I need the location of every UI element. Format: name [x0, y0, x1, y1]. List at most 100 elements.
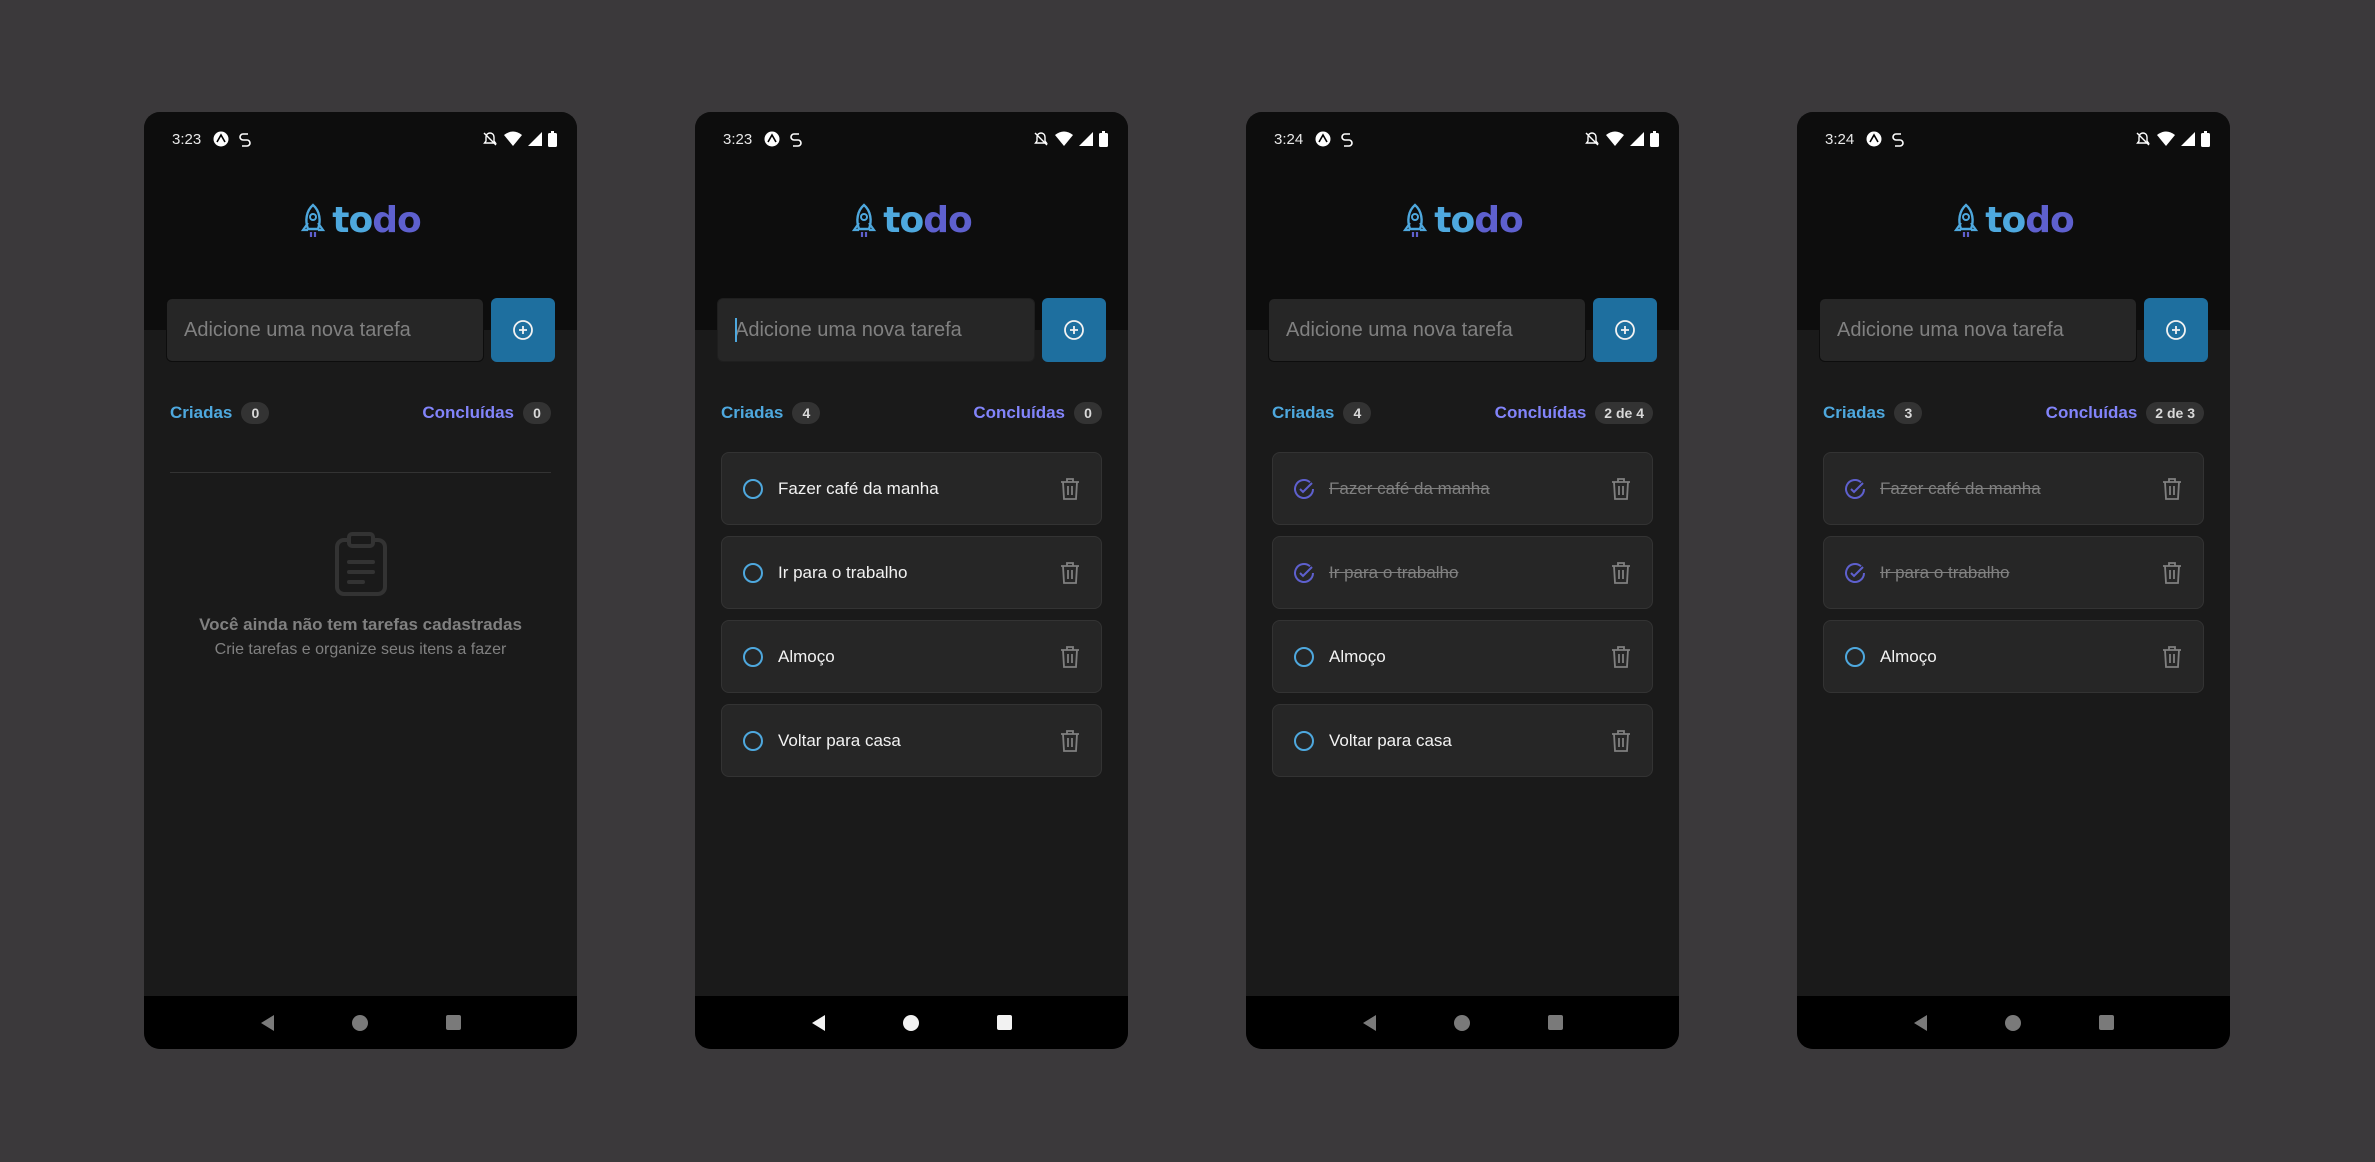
app-logo: todo	[144, 200, 577, 241]
task-text: Ir para o trabalho	[778, 562, 908, 582]
done-count-badge: 0	[523, 402, 551, 424]
checked-circle-icon[interactable]	[1293, 562, 1315, 584]
expo-icon	[764, 131, 780, 147]
home-icon[interactable]	[2004, 1014, 2021, 1031]
signal-icon	[1630, 132, 1644, 146]
task-text: Almoço	[778, 646, 835, 666]
back-icon[interactable]	[811, 1014, 825, 1031]
signal-icon	[1079, 132, 1093, 146]
plus-circle-icon	[2166, 320, 2186, 340]
unchecked-circle-icon[interactable]	[1293, 730, 1315, 752]
recents-icon[interactable]	[1547, 1015, 1563, 1030]
wifi-icon	[504, 131, 522, 146]
app-logo: todo	[1797, 200, 2230, 241]
status-bar: 3:24	[1797, 124, 2230, 154]
trash-icon[interactable]	[1059, 477, 1081, 501]
trash-icon[interactable]	[1059, 561, 1081, 585]
trash-icon[interactable]	[2161, 477, 2183, 501]
home-icon[interactable]	[1453, 1014, 1470, 1031]
task-counters: Criadas 4 Concluídas 0	[721, 402, 1102, 424]
sync-icon	[790, 133, 802, 147]
checked-circle-icon[interactable]	[1293, 478, 1315, 500]
task-item: Almoço	[721, 620, 1102, 693]
unchecked-circle-icon[interactable]	[742, 730, 764, 752]
trash-icon[interactable]	[1610, 477, 1632, 501]
unchecked-circle-icon[interactable]	[742, 562, 764, 584]
new-task-input[interactable]	[1268, 298, 1586, 362]
new-task-input[interactable]	[1819, 298, 2137, 362]
add-task-button[interactable]	[1593, 298, 1657, 362]
wifi-icon	[2157, 131, 2175, 146]
plus-circle-icon	[513, 320, 533, 340]
task-counters: Criadas 0 Concluídas 0	[170, 402, 551, 424]
task-list: Fazer café da manha Ir para o trabalho A…	[721, 452, 1102, 777]
new-task-form	[1819, 298, 2208, 362]
battery-icon	[1650, 131, 1659, 147]
mute-icon	[1585, 132, 1599, 146]
unchecked-circle-icon[interactable]	[1844, 646, 1866, 668]
recents-icon[interactable]	[2098, 1015, 2114, 1030]
android-nav-bar	[1797, 996, 2230, 1049]
rocket-icon	[1954, 202, 1979, 237]
created-count-badge: 3	[1894, 402, 1923, 424]
logo-text-do: do	[923, 200, 973, 241]
task-counters: Criadas 3 Concluídas 2 de 3	[1823, 402, 2204, 424]
status-time: 3:23	[172, 130, 202, 148]
trash-icon[interactable]	[1059, 645, 1081, 669]
trash-icon[interactable]	[1610, 645, 1632, 669]
task-text: Ir para o trabalho	[1329, 562, 1459, 582]
unchecked-circle-icon[interactable]	[742, 478, 764, 500]
trash-icon[interactable]	[2161, 561, 2183, 585]
mute-icon	[2136, 132, 2150, 146]
signal-icon	[2181, 132, 2195, 146]
recents-icon[interactable]	[445, 1015, 461, 1030]
phone-screen-partial-done: 3:24 todo Criadas 4 Concluídas 2 de 4 Faze…	[1246, 112, 1679, 1049]
battery-icon	[2201, 131, 2210, 147]
task-text: Almoço	[1880, 646, 1937, 666]
add-task-button[interactable]	[2144, 298, 2208, 362]
done-label: Concluídas	[973, 403, 1065, 422]
empty-subtitle: Crie tarefas e organize seus itens a faz…	[214, 641, 507, 658]
task-text: Voltar para casa	[778, 730, 901, 750]
rocket-icon	[852, 202, 877, 237]
plus-circle-icon	[1064, 320, 1084, 340]
task-item: Fazer café da manha	[1823, 452, 2204, 525]
recents-icon[interactable]	[996, 1015, 1012, 1030]
rocket-icon	[301, 202, 326, 237]
add-task-button[interactable]	[491, 298, 555, 362]
clipboard-icon	[334, 532, 387, 596]
plus-circle-icon	[1615, 320, 1635, 340]
checked-circle-icon[interactable]	[1844, 562, 1866, 584]
new-task-input[interactable]	[166, 298, 484, 362]
checked-circle-icon[interactable]	[1844, 478, 1866, 500]
trash-icon[interactable]	[1610, 561, 1632, 585]
trash-icon[interactable]	[2161, 645, 2183, 669]
created-label: Criadas	[170, 403, 233, 422]
status-time: 3:23	[723, 130, 753, 148]
new-task-input[interactable]	[717, 298, 1035, 362]
logo-text-to: to	[332, 200, 373, 241]
done-count-badge: 2 de 4	[1595, 402, 1653, 424]
add-task-button[interactable]	[1042, 298, 1106, 362]
expo-icon	[1866, 131, 1882, 147]
trash-icon[interactable]	[1610, 729, 1632, 753]
done-count-badge: 2 de 3	[2146, 402, 2204, 424]
home-icon[interactable]	[902, 1014, 919, 1031]
done-count-badge: 0	[1074, 402, 1102, 424]
unchecked-circle-icon[interactable]	[1293, 646, 1315, 668]
home-icon[interactable]	[351, 1014, 368, 1031]
phone-screen-tasks: 3:23 todo Criadas 4 Concluídas 0 Fazer caf…	[695, 112, 1128, 1049]
app-logo: todo	[695, 200, 1128, 241]
back-icon[interactable]	[260, 1014, 274, 1031]
back-icon[interactable]	[1913, 1014, 1927, 1031]
trash-icon[interactable]	[1059, 729, 1081, 753]
empty-title: Você ainda não tem tarefas cadastradas	[199, 615, 522, 634]
empty-state: Você ainda não tem tarefas cadastradas C…	[144, 532, 577, 659]
wifi-icon	[1606, 131, 1624, 146]
sync-icon	[239, 133, 251, 147]
unchecked-circle-icon[interactable]	[742, 646, 764, 668]
task-text: Voltar para casa	[1329, 730, 1452, 750]
task-list: Fazer café da manha Ir para o trabalho A…	[1823, 452, 2204, 693]
back-icon[interactable]	[1362, 1014, 1376, 1031]
logo-text-to: to	[1434, 200, 1475, 241]
